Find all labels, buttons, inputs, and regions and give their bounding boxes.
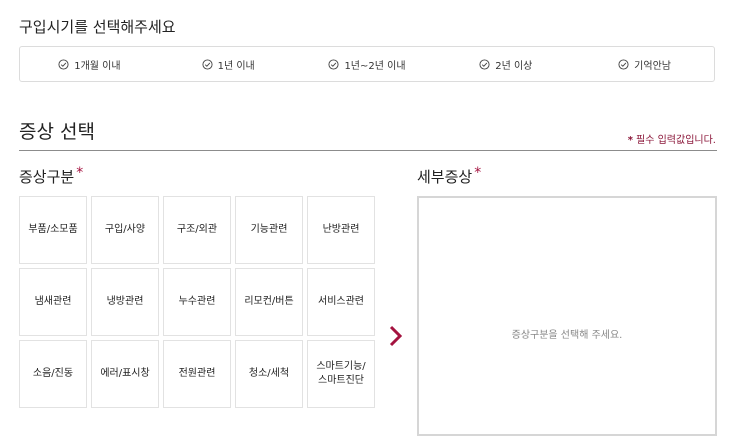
category-button[interactable]: 에러/표시창 <box>91 340 159 408</box>
period-option-1month[interactable]: 1개월 이내 <box>20 57 159 72</box>
category-button[interactable]: 리모컨/버튼 <box>235 268 303 336</box>
section-divider <box>19 150 717 151</box>
period-option-label: 2년 이상 <box>495 60 533 72</box>
required-star: * <box>474 165 482 181</box>
purchase-period-title: 구입시기를 선택해주세요 <box>19 18 176 36</box>
check-circle-icon <box>479 58 490 70</box>
required-note: * 필수 입력값입니다. <box>628 131 716 146</box>
detail-symptom-box: 증상구분을 선택해 주세요. <box>417 196 717 436</box>
required-star: * <box>627 135 634 146</box>
category-button[interactable]: 서비스관련 <box>307 268 375 336</box>
category-title: 증상구분 * <box>19 165 84 187</box>
period-option-label: 1년 이내 <box>217 60 255 72</box>
category-button[interactable]: 난방관련 <box>307 196 375 264</box>
period-option-over2years[interactable]: 2년 이상 <box>436 57 575 72</box>
check-circle-icon <box>58 58 69 70</box>
category-button[interactable]: 냉방관련 <box>91 268 159 336</box>
category-button[interactable]: 전원관련 <box>163 340 231 408</box>
category-button[interactable]: 구입/사양 <box>91 196 159 264</box>
period-option-1to2years[interactable]: 1년~2년 이내 <box>298 57 437 72</box>
category-button[interactable]: 스마트기능/스마트진단 <box>307 340 375 408</box>
category-button[interactable]: 구조/외관 <box>163 196 231 264</box>
detail-title-text: 세부증상 <box>417 168 473 186</box>
period-option-dont-remember[interactable]: 기억안남 <box>575 57 714 72</box>
required-note-text: 필수 입력값입니다. <box>636 135 716 146</box>
required-star: * <box>76 165 84 181</box>
category-grid: 부품/소모품 구입/사양 구조/외관 기능관련 난방관련 냄새관련 냉방관련 누… <box>19 196 375 408</box>
check-circle-icon <box>618 58 629 70</box>
check-circle-icon <box>328 58 339 70</box>
category-button[interactable]: 누수관련 <box>163 268 231 336</box>
purchase-period-selector: 1개월 이내 1년 이내 1년~2년 이내 2년 이상 기억안남 <box>19 46 715 82</box>
symptom-select-title: 증상 선택 <box>19 121 95 143</box>
category-button[interactable]: 기능관련 <box>235 196 303 264</box>
detail-placeholder: 증상구분을 선택해 주세요. <box>511 330 623 341</box>
detail-title: 세부증상 * <box>417 165 482 187</box>
chevron-right-icon <box>389 325 403 347</box>
period-option-1year[interactable]: 1년 이내 <box>159 57 298 72</box>
category-button[interactable]: 부품/소모품 <box>19 196 87 264</box>
period-option-label: 1년~2년 이내 <box>344 60 406 72</box>
check-circle-icon <box>202 58 213 70</box>
period-option-label: 기억안남 <box>634 60 671 72</box>
category-button[interactable]: 청소/세척 <box>235 340 303 408</box>
period-option-label: 1개월 이내 <box>74 60 121 72</box>
category-title-text: 증상구분 <box>19 168 75 186</box>
category-button[interactable]: 냄새관련 <box>19 268 87 336</box>
category-button[interactable]: 소음/진동 <box>19 340 87 408</box>
